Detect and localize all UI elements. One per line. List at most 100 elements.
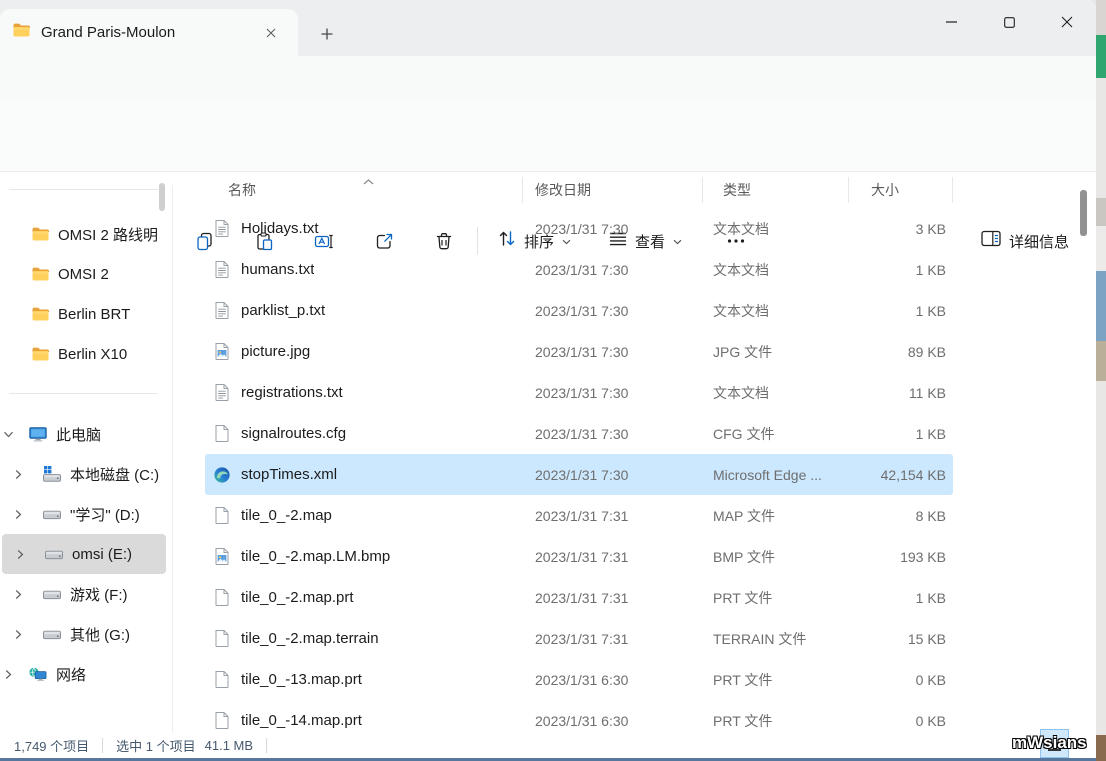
file-date: 2023/1/31 7:31 — [523, 590, 703, 606]
folder-icon — [13, 23, 30, 42]
sidebar-item-folder[interactable]: OMSI 2 路线明细 — [0, 214, 170, 254]
file-size: 11 KB — [849, 385, 953, 401]
close-button[interactable] — [1038, 0, 1096, 44]
chevron-collapsed-icon[interactable] — [17, 549, 24, 560]
chevron-expanded-icon[interactable] — [5, 429, 12, 440]
desktop-edge-sliver — [1096, 0, 1106, 761]
plain-file-icon — [213, 630, 230, 647]
file-date: 2023/1/31 7:30 — [523, 344, 703, 360]
table-row[interactable]: tile_0_-2.map.LM.bmp 2023/1/31 7:31 BMP … — [205, 536, 953, 577]
plain-file-icon — [213, 671, 230, 688]
file-size: 3 KB — [849, 221, 953, 237]
file-type: 文本文档 — [703, 383, 849, 403]
column-header-type[interactable]: 类型 — [703, 177, 849, 203]
file-name: tile_0_-2.map.prt — [241, 589, 354, 606]
text-file-icon — [213, 384, 230, 401]
navigation-bar: ⋯ OMSI 2 maps Grand Paris-Moulon — [0, 56, 1096, 100]
file-type: PRT 文件 — [703, 711, 849, 731]
file-date: 2023/1/31 7:30 — [523, 262, 703, 278]
column-header-size[interactable]: 大小 — [849, 177, 953, 203]
file-name: tile_0_-14.map.prt — [241, 712, 362, 729]
file-size: 1 KB — [849, 303, 953, 319]
sidebar-item-drive[interactable]: 本地磁盘 (C:) — [0, 454, 170, 494]
sidebar-item-drive[interactable]: omsi (E:) — [2, 534, 166, 574]
plain-file-icon — [213, 712, 230, 729]
file-name: signalroutes.cfg — [241, 425, 346, 442]
item-count: 1,749 个项目 — [14, 736, 89, 755]
sidebar-item-folder[interactable]: Berlin BRT — [0, 294, 170, 334]
tab-close-icon[interactable] — [258, 20, 284, 46]
file-date: 2023/1/31 6:30 — [523, 672, 703, 688]
column-headers: 名称 修改日期 类型 大小 — [205, 172, 953, 208]
maximize-button[interactable] — [980, 0, 1038, 44]
file-name: registrations.txt — [241, 384, 343, 401]
table-row[interactable]: Holidays.txt 2023/1/31 7:30 文本文档 3 KB — [205, 208, 953, 249]
file-name: Holidays.txt — [241, 220, 319, 237]
sidebar-item-drive[interactable]: 游戏 (F:) — [0, 574, 170, 614]
table-row[interactable]: parklist_p.txt 2023/1/31 7:30 文本文档 1 KB — [205, 290, 953, 331]
file-size: 193 KB — [849, 549, 953, 565]
sidebar-item-label: "学习" (D:) — [70, 504, 140, 525]
status-divider — [266, 738, 267, 753]
file-type: 文本文档 — [703, 260, 849, 280]
file-type: JPG 文件 — [703, 342, 849, 362]
file-size: 8 KB — [849, 508, 953, 524]
sidebar-item-label: OMSI 2 — [58, 266, 109, 283]
sidebar-item-network[interactable]: 网络 — [0, 654, 170, 694]
navigation-pane: OMSI 2 路线明细 OMSI 2 Berlin BRT Berlin X10… — [0, 172, 170, 733]
list-scrollbar-thumb[interactable] — [1080, 190, 1087, 236]
new-tab-button[interactable] — [314, 21, 340, 47]
sidebar-item-drive[interactable]: 其他 (G:) — [0, 614, 170, 654]
sidebar-item-label: 此电脑 — [56, 424, 101, 445]
table-row[interactable]: tile_0_-2.map 2023/1/31 7:31 MAP 文件 8 KB — [205, 495, 953, 536]
pane-splitter[interactable] — [172, 185, 173, 733]
chevron-collapsed-icon[interactable] — [15, 469, 22, 480]
table-row[interactable]: tile_0_-2.map.terrain 2023/1/31 7:31 TER… — [205, 618, 953, 659]
table-row[interactable]: tile_0_-13.map.prt 2023/1/31 6:30 PRT 文件… — [205, 659, 953, 700]
chevron-collapsed-icon[interactable] — [15, 629, 22, 640]
watermark: mWsians — [1012, 733, 1087, 753]
folder-icon — [31, 347, 49, 361]
file-size: 1 KB — [849, 262, 953, 278]
edge-file-icon — [213, 467, 230, 483]
table-row[interactable]: registrations.txt 2023/1/31 7:30 文本文档 11… — [205, 372, 953, 413]
details-pane-button[interactable]: 详细信息 — [972, 221, 1078, 261]
sidebar-item-label: 本地磁盘 (C:) — [70, 464, 159, 485]
text-file-icon — [213, 220, 230, 237]
file-size: 89 KB — [849, 344, 953, 360]
file-date: 2023/1/31 6:30 — [523, 713, 703, 729]
table-row[interactable]: tile_0_-2.map.prt 2023/1/31 7:31 PRT 文件 … — [205, 577, 953, 618]
sidebar-item-label: Berlin X10 — [58, 346, 127, 363]
folder-icon — [31, 227, 49, 241]
file-type: Microsoft Edge ... — [703, 467, 849, 483]
table-row[interactable]: picture.jpg 2023/1/31 7:30 JPG 文件 89 KB — [205, 331, 953, 372]
file-size: 1 KB — [849, 590, 953, 606]
table-row[interactable]: humans.txt 2023/1/31 7:30 文本文档 1 KB — [205, 249, 953, 290]
file-type: 文本文档 — [703, 219, 849, 239]
sidebar-scrollbar-thumb[interactable] — [159, 183, 165, 211]
sidebar-item-folder[interactable]: Berlin X10 — [0, 334, 170, 374]
chevron-collapsed-icon[interactable] — [15, 509, 22, 520]
table-row[interactable]: signalroutes.cfg 2023/1/31 7:30 CFG 文件 1… — [205, 413, 953, 454]
file-type: PRT 文件 — [703, 670, 849, 690]
file-type: BMP 文件 — [703, 547, 849, 567]
chevron-collapsed-icon[interactable] — [15, 589, 22, 600]
minimize-button[interactable] — [922, 0, 980, 44]
tab-grand-paris-moulon[interactable]: Grand Paris-Moulon — [0, 9, 298, 56]
sidebar-item-folder[interactable]: OMSI 2 — [0, 254, 170, 294]
file-size: 0 KB — [849, 713, 953, 729]
file-name: tile_0_-2.map.LM.bmp — [241, 548, 390, 565]
chevron-collapsed-icon[interactable] — [5, 669, 12, 680]
file-date: 2023/1/31 7:30 — [523, 426, 703, 442]
status-bar: 1,749 个项目 选中 1 个项目 41.1 MB — [0, 733, 1096, 758]
text-file-icon — [213, 302, 230, 319]
sidebar-item-this-pc[interactable]: 此电脑 — [0, 414, 170, 454]
table-row[interactable]: stopTimes.xml 2023/1/31 7:30 Microsoft E… — [205, 454, 953, 495]
file-name: parklist_p.txt — [241, 302, 325, 319]
details-pane-label: 详细信息 — [1009, 231, 1069, 252]
sidebar-item-drive[interactable]: "学习" (D:) — [0, 494, 170, 534]
column-header-date[interactable]: 修改日期 — [523, 177, 703, 203]
selection-size: 41.1 MB — [205, 738, 253, 753]
tab-bar: Grand Paris-Moulon — [0, 0, 1096, 56]
image-file-icon — [213, 548, 230, 565]
